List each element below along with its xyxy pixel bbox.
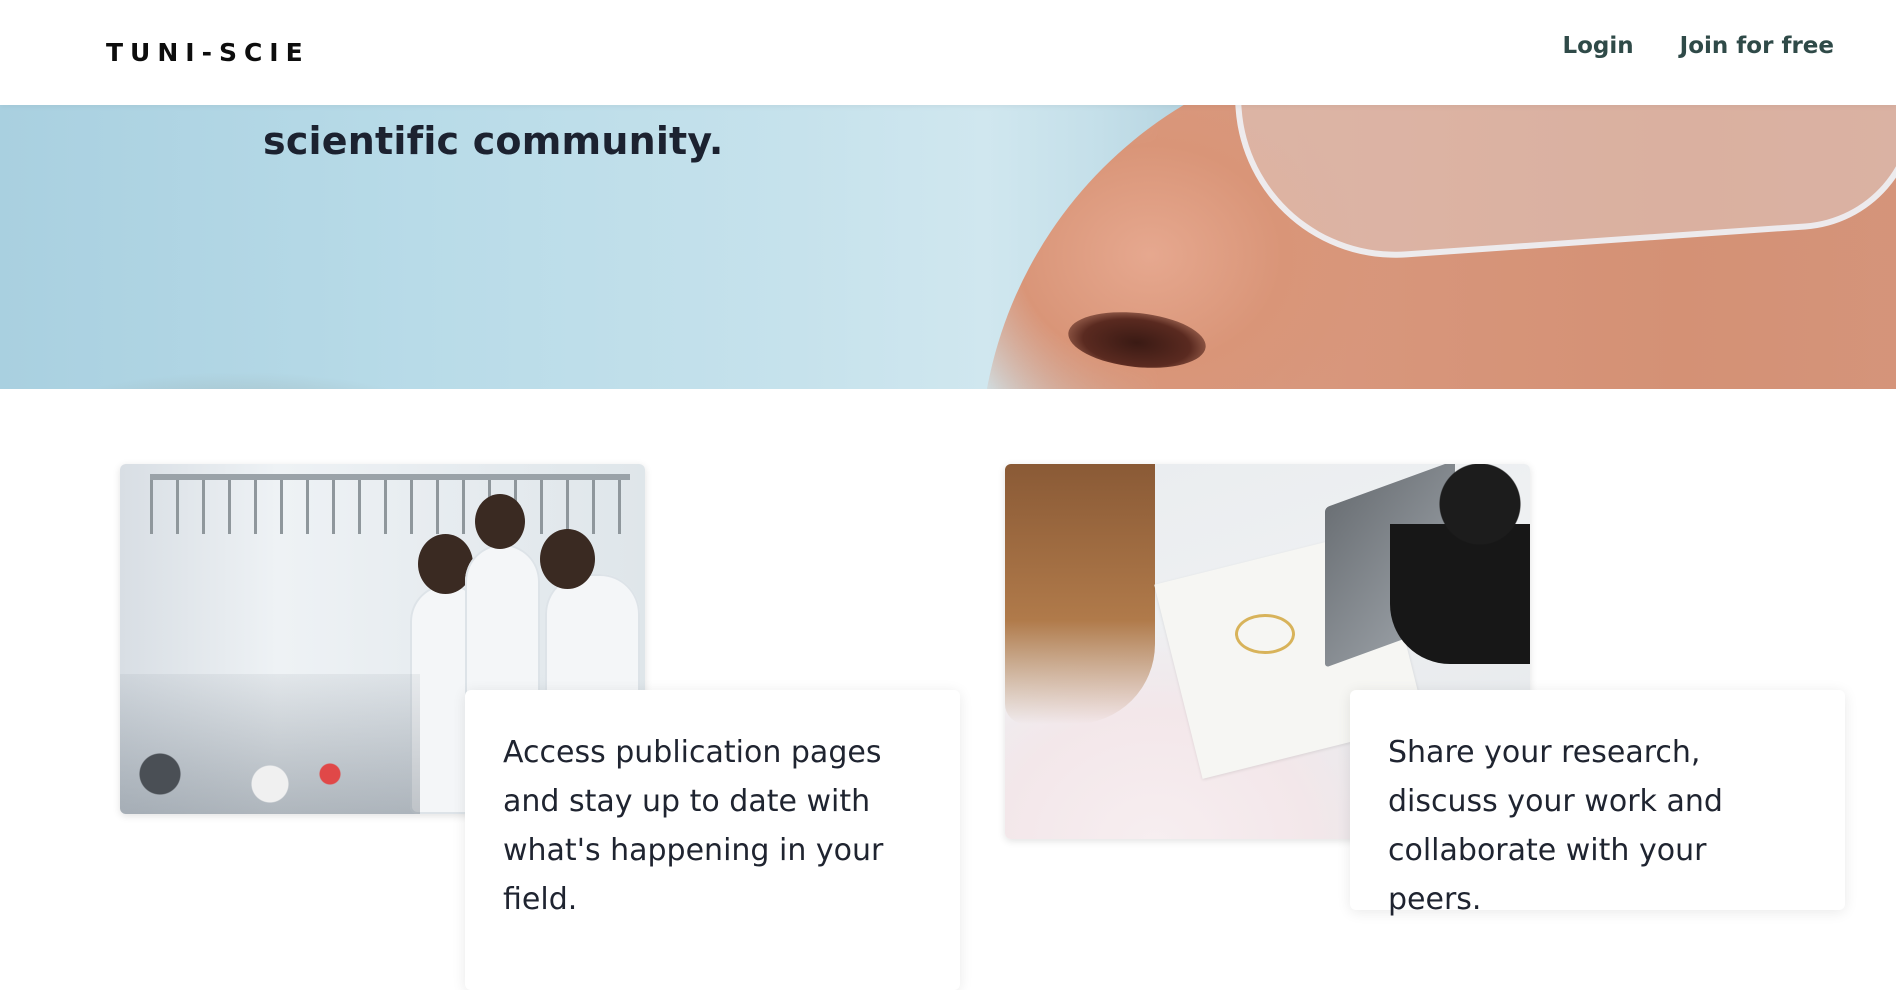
join-for-free-link[interactable]: Join for free	[1680, 33, 1834, 59]
hero-banner: scientific community.	[0, 105, 1896, 389]
desk-person-hair	[1005, 464, 1155, 724]
feature-card-publications: Access publication pages and stay up to …	[465, 690, 960, 990]
feature-text-publications: Access publication pages and stay up to …	[503, 735, 884, 917]
site-logo[interactable]: TUNI-SCIE	[106, 38, 310, 67]
lab-person-2-head	[475, 494, 525, 549]
lab-person-3-head	[540, 529, 595, 589]
site-header: TUNI-SCIE Login Join for free	[0, 0, 1896, 105]
desk-drawing	[1235, 614, 1295, 654]
feature-text-share: Share your research, discuss your work a…	[1388, 735, 1723, 917]
desk-person-2	[1390, 464, 1530, 664]
lab-equipment	[120, 674, 420, 814]
header-nav: Login Join for free	[1562, 33, 1834, 59]
feature-card-share: Share your research, discuss your work a…	[1350, 690, 1845, 917]
lab-rack-shape	[150, 474, 630, 534]
hero-headline: scientific community.	[263, 119, 724, 163]
login-link[interactable]: Login	[1562, 33, 1633, 59]
